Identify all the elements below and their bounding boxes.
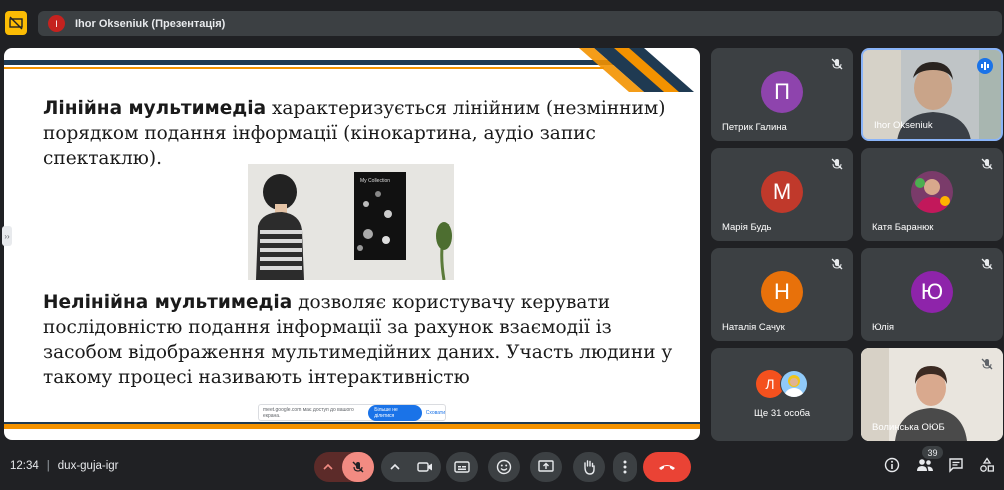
participant-tile[interactable]: М Марія Будь — [711, 148, 853, 241]
participant-tile[interactable]: Волинська ОЮБ — [861, 348, 1003, 441]
slide-paragraph-linear: Лінійна мультимедіа характеризується лін… — [43, 96, 693, 171]
emoji-icon — [496, 459, 512, 475]
participant-tile[interactable]: Катя Баранюк — [861, 148, 1003, 241]
hide-button[interactable]: Сховати — [426, 410, 445, 416]
share-notice-text: meet.google.com має доступ до вашого екр… — [263, 406, 354, 419]
avatar: П — [761, 70, 803, 113]
mic-off-icon — [831, 58, 843, 70]
people-icon[interactable] — [916, 457, 934, 473]
slide-bottom-stripes — [4, 422, 700, 429]
camera-toggle-button[interactable] — [409, 461, 441, 473]
more-participants-label: Ще 31 особа — [754, 408, 810, 419]
chevron-up-icon — [323, 463, 333, 470]
mic-control-group — [314, 452, 374, 482]
participant-name: Петрик Галина — [722, 122, 787, 133]
screen-share-notice: meet.google.com має доступ до вашого екр… — [258, 404, 446, 421]
presentation-banner[interactable]: I Ihor Okseniuk (Презентація) — [38, 11, 1002, 36]
slide-paragraph-nonlinear: Нелінійна мультимедіа дозволяє користува… — [43, 290, 693, 390]
participant-name: Марія Будь — [722, 222, 772, 233]
mic-off-icon — [981, 358, 993, 370]
present-button[interactable] — [530, 452, 562, 482]
raise-hand-icon — [584, 460, 595, 475]
participant-name: Катя Баранюк — [872, 222, 934, 233]
mic-off-icon — [981, 158, 993, 170]
mic-toggle-button[interactable] — [342, 452, 374, 482]
nonlinear-term: Нелінійна мультимедіа — [43, 292, 293, 313]
participant-name: Ihor Okseniuk — [874, 120, 933, 131]
avatar — [911, 171, 953, 213]
activities-icon[interactable] — [979, 457, 995, 473]
bottom-bar: 12:34 | dux-guja-igr 39 — [0, 444, 1004, 490]
photo-caption: My Collection — [360, 178, 390, 184]
side-panel-handle[interactable]: ›› — [2, 226, 12, 246]
separator: | — [46, 460, 50, 472]
meeting-code: dux-guja-igr — [57, 460, 119, 472]
avatar: Ю — [911, 270, 953, 313]
mic-off-icon — [981, 258, 993, 270]
participant-tile[interactable]: Н Наталія Сачук — [711, 248, 853, 341]
mic-options-button[interactable] — [314, 452, 342, 482]
top-bar: I Ihor Okseniuk (Презентація) — [0, 0, 1004, 46]
slide-top-stripes — [4, 48, 694, 92]
warning-icon[interactable] — [5, 11, 27, 35]
participant-tile[interactable]: Ю Юлія — [861, 248, 1003, 341]
speaking-indicator-icon — [977, 58, 993, 74]
more-icon — [623, 460, 627, 474]
mic-off-icon — [831, 158, 843, 170]
more-options-button[interactable] — [613, 452, 637, 482]
stop-sharing-button[interactable]: Більше не ділитися — [368, 404, 422, 421]
chevron-up-icon — [390, 463, 400, 470]
slide-photo: My Collection — [248, 164, 454, 280]
participant-name: Волинська ОЮБ — [872, 422, 945, 433]
shared-slide: Лінійна мультимедіа характеризується лін… — [4, 48, 700, 440]
more-participants-tile[interactable]: Л Ще 31 особа — [711, 348, 853, 441]
reactions-button[interactable] — [488, 452, 520, 482]
meeting-info: 12:34 | dux-guja-igr — [10, 460, 119, 472]
participant-tile-active[interactable]: Ihor Okseniuk — [861, 48, 1003, 141]
presenter-avatar: I — [48, 15, 65, 32]
presentation-title: Ihor Okseniuk (Презентація) — [75, 17, 226, 30]
camera-options-button[interactable] — [381, 463, 409, 471]
participant-name: Наталія Сачук — [722, 322, 785, 333]
captions-button[interactable] — [446, 452, 478, 482]
mic-off-icon — [352, 461, 364, 473]
info-icon[interactable] — [884, 457, 900, 473]
present-icon — [538, 460, 554, 472]
clock: 12:34 — [10, 460, 39, 472]
participant-tile[interactable]: П Петрик Галина — [711, 48, 853, 141]
participant-name: Юлія — [872, 322, 894, 333]
avatar-stack: Л — [756, 370, 812, 398]
meet-window: I Ihor Okseniuk (Презентація) Лінійна му… — [0, 0, 1004, 490]
captions-icon — [454, 461, 470, 473]
end-call-icon — [659, 465, 675, 470]
mic-off-icon — [831, 258, 843, 270]
camera-control-group — [381, 452, 441, 482]
avatar — [780, 370, 808, 398]
linear-term: Лінійна мультимедіа — [43, 98, 267, 119]
avatar: М — [761, 170, 803, 213]
chat-icon[interactable] — [948, 457, 964, 473]
raise-hand-button[interactable] — [573, 452, 605, 482]
avatar: Н — [761, 270, 803, 313]
camera-icon — [417, 462, 432, 472]
end-call-button[interactable] — [643, 452, 691, 482]
